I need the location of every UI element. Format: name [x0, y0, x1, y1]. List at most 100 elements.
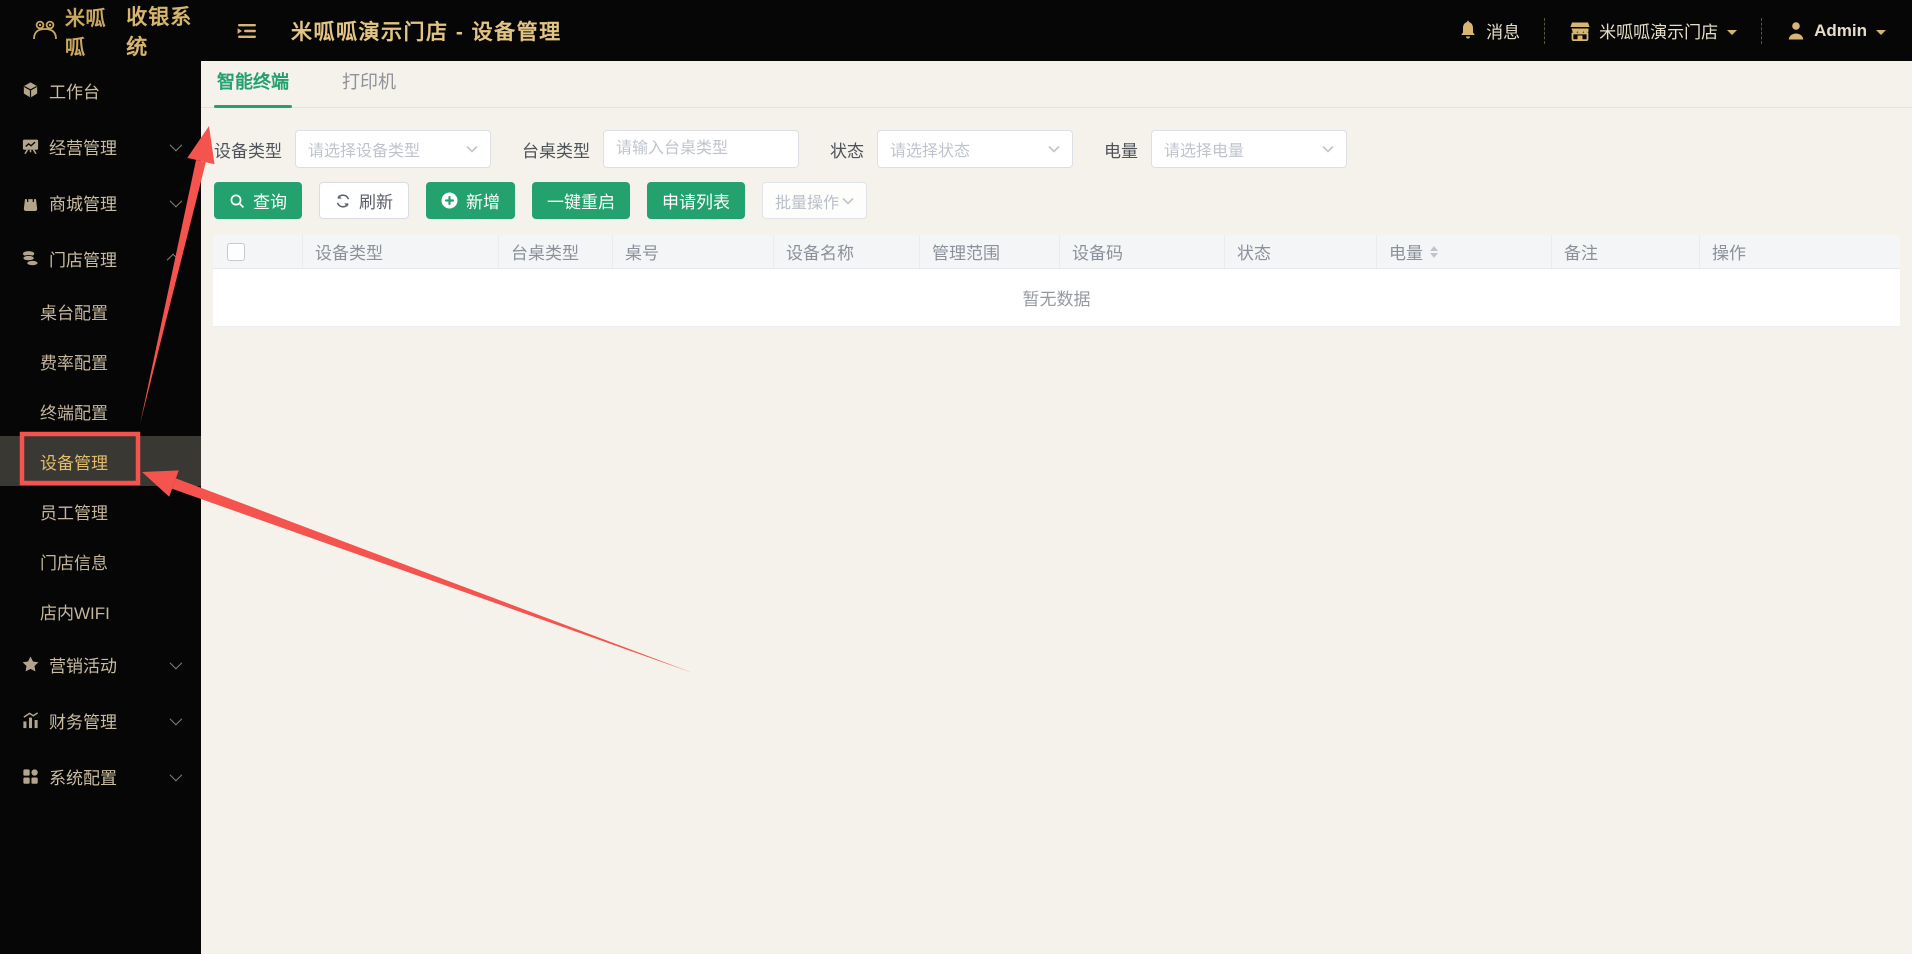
batch-operations-select[interactable]: 批量操作 [762, 182, 867, 219]
sidebar-item-label: 经营管理 [49, 138, 117, 158]
chevron-down-icon [169, 712, 183, 725]
sidebar-item-device-management[interactable]: 设备管理 [0, 436, 201, 486]
topbar-divider [1761, 17, 1763, 44]
button-label: 刷新 [359, 193, 393, 212]
frog-logo-icon [33, 20, 57, 39]
user-icon [1788, 22, 1804, 40]
column-header-table-number: 桌号 [613, 235, 774, 268]
sidebar-item-label: 桌台配置 [40, 303, 108, 323]
select-placeholder: 请选择状态 [890, 143, 971, 160]
column-header-table-type: 台桌类型 [499, 235, 613, 268]
toolbar: 查询 刷新 新增 一键重启 申请列表 批量操作 [201, 168, 1912, 219]
reboot-all-button[interactable]: 一键重启 [532, 182, 630, 219]
workbench-icon [20, 80, 40, 100]
select-placeholder: 请选择电量 [1164, 143, 1245, 160]
tab-label: 智能终端 [217, 72, 289, 92]
add-button[interactable]: 新增 [426, 182, 515, 219]
page-title: 米呱呱演示门店 - 设备管理 [291, 20, 562, 44]
chevron-up-icon [166, 253, 180, 266]
plus-circle-icon [441, 192, 458, 209]
sidebar-item-store-wifi[interactable]: 店内WIFI [0, 586, 201, 636]
chevron-down-icon [842, 197, 854, 205]
refresh-icon [336, 193, 350, 208]
store-name: 米呱呱演示门店 [1599, 23, 1719, 42]
sidebar-item-finance[interactable]: 财务管理 [0, 692, 201, 748]
device-type-label: 设备类型 [214, 141, 282, 161]
app-logo: 米呱呱 收银系统 [0, 1, 201, 61]
column-header-battery: 电量 [1377, 235, 1552, 268]
sidebar-item-rate-config[interactable]: 费率配置 [0, 336, 201, 386]
device-table: 设备类型 台桌类型 桌号 设备名称 管理范围 设备码 状态 电量 备注 操作 暂… [213, 235, 1900, 327]
device-type-select[interactable]: 请选择设备类型 [295, 130, 491, 168]
username: Admin [1814, 20, 1867, 40]
sidebar-item-label: 费率配置 [40, 353, 108, 373]
sidebar-item-store-info[interactable]: 门店信息 [0, 536, 201, 586]
sidebar-item-label: 商城管理 [49, 194, 117, 214]
sidebar-item-label: 设备管理 [40, 453, 108, 473]
sort-icon[interactable] [1430, 245, 1438, 258]
table-type-input[interactable] [603, 130, 799, 168]
main-content: 智能终端 打印机 设备类型 请选择设备类型 台桌类型 状态 请选择状态 电量 [201, 61, 1912, 954]
chevron-down-icon [169, 138, 183, 151]
select-placeholder: 请选择设备类型 [308, 143, 421, 160]
sidebar-item-system-config[interactable]: 系统配置 [0, 748, 201, 804]
column-header-device-code: 设备码 [1060, 235, 1225, 268]
store-switcher[interactable]: 米呱呱演示门店 [1569, 18, 1738, 43]
tab-label: 打印机 [342, 72, 396, 92]
topbar: 米呱呱 收银系统 米呱呱演示门店 - 设备管理 消息 米呱呱演示门店 Admin [0, 0, 1912, 61]
messages-label: 消息 [1486, 23, 1521, 42]
sidebar-item-business-management[interactable]: 经营管理 [0, 118, 201, 174]
tab-smart-terminal[interactable]: 智能终端 [214, 68, 292, 108]
shopping-bag-icon [20, 192, 40, 212]
sidebar-item-marketing[interactable]: 营销活动 [0, 636, 201, 692]
battery-label: 电量 [1104, 141, 1138, 161]
sidebar-item-store-management[interactable]: 门店管理 [0, 230, 201, 286]
bell-icon [1461, 20, 1475, 39]
sidebar-item-label: 门店管理 [49, 250, 117, 270]
messages-button[interactable]: 消息 [1458, 18, 1520, 43]
sidebar-item-label: 财务管理 [49, 712, 117, 732]
button-label: 申请列表 [662, 193, 730, 212]
chevron-down-icon [169, 194, 183, 207]
menu-fold-icon[interactable] [235, 21, 259, 41]
column-header-remark: 备注 [1552, 235, 1700, 268]
filter-bar: 设备类型 请选择设备类型 台桌类型 状态 请选择状态 电量 请选择电量 [201, 108, 1912, 168]
empty-state-label: 暂无数据 [1022, 290, 1091, 309]
select-placeholder: 批量操作 [775, 194, 840, 212]
sidebar-item-staff-management[interactable]: 员工管理 [0, 486, 201, 536]
column-header-device-type: 设备类型 [303, 235, 499, 268]
column-header-label: 电量 [1389, 244, 1423, 263]
sidebar-item-label: 店内WIFI [40, 603, 110, 623]
battery-select[interactable]: 请选择电量 [1151, 130, 1347, 168]
search-icon [230, 194, 245, 208]
bar-chart-icon [20, 710, 40, 730]
search-button[interactable]: 查询 [214, 182, 302, 219]
sidebar-item-label: 系统配置 [49, 768, 117, 788]
apply-list-button[interactable]: 申请列表 [647, 182, 745, 219]
sidebar-item-workbench[interactable]: 工作台 [0, 62, 201, 118]
refresh-button[interactable]: 刷新 [319, 182, 409, 219]
chevron-down-icon [1876, 30, 1886, 40]
column-header-status: 状态 [1225, 235, 1377, 268]
sidebar-item-terminal-config[interactable]: 终端配置 [0, 386, 201, 436]
button-label: 查询 [253, 193, 287, 212]
sidebar-item-mall-management[interactable]: 商城管理 [0, 174, 201, 230]
sidebar-item-label: 门店信息 [40, 553, 108, 573]
star-icon [20, 654, 40, 674]
tab-printer[interactable]: 打印机 [339, 68, 399, 107]
sidebar-item-table-config[interactable]: 桌台配置 [0, 286, 201, 336]
grid-icon [20, 766, 40, 786]
button-label: 新增 [466, 193, 500, 212]
status-select[interactable]: 请选择状态 [877, 130, 1073, 168]
topbar-divider [1544, 17, 1546, 44]
chevron-down-icon [466, 145, 478, 153]
chevron-down-icon [169, 656, 183, 669]
empty-state: 暂无数据 [213, 269, 1900, 327]
sidebar-item-label: 营销活动 [49, 656, 117, 676]
select-all-checkbox[interactable] [227, 242, 245, 261]
status-label: 状态 [830, 141, 864, 161]
user-menu[interactable]: Admin [1786, 20, 1886, 41]
business-chart-icon [20, 136, 40, 156]
table-type-label: 台桌类型 [522, 141, 590, 161]
chevron-down-icon [169, 768, 183, 781]
